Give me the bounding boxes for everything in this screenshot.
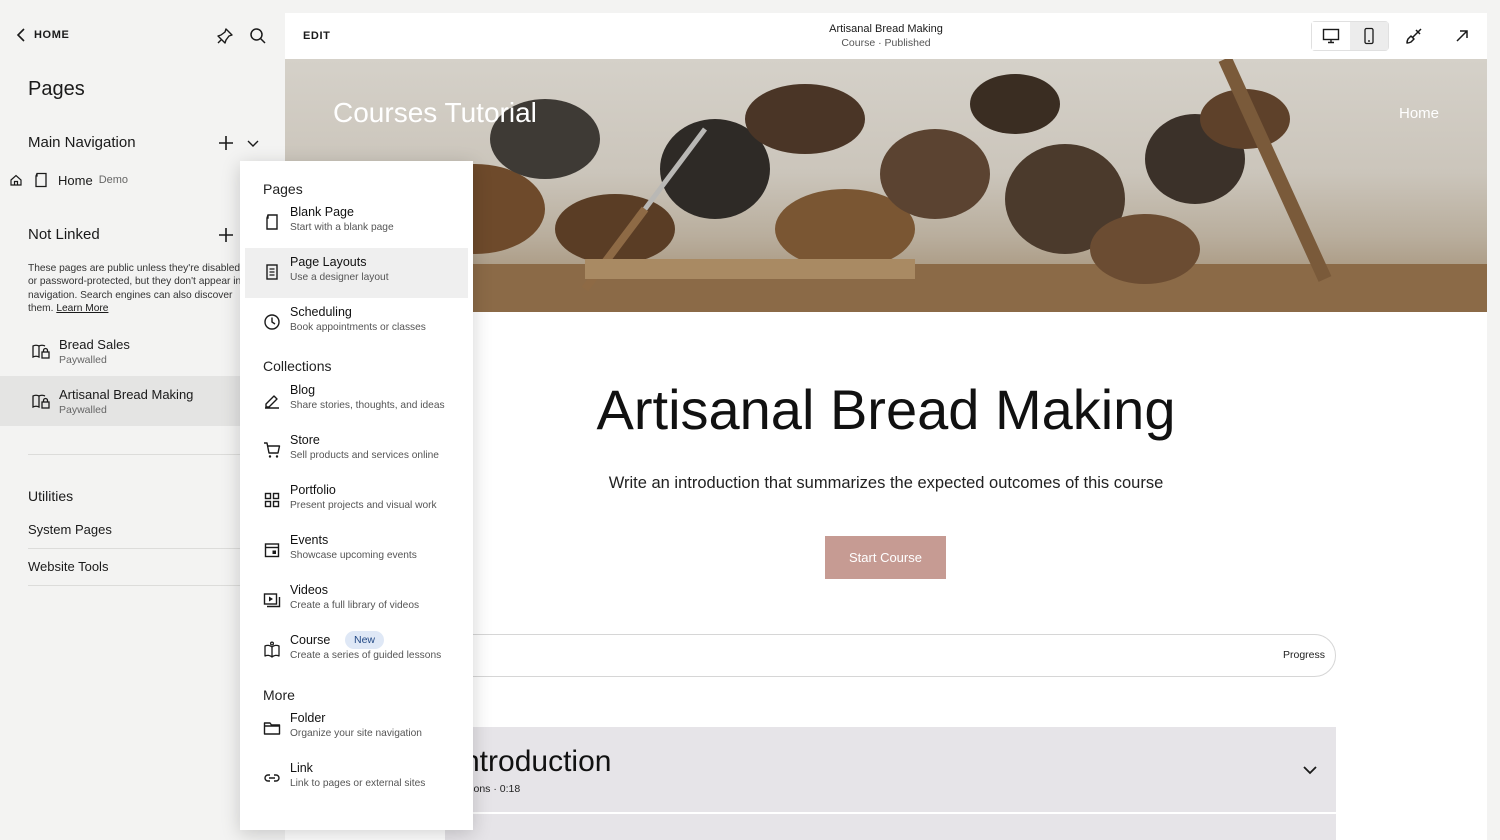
page-item-title: Artisanal Bread Making [59, 386, 194, 402]
page-icon [35, 172, 47, 188]
page-item-title: Bread Sales [59, 336, 130, 352]
menu-section-more: More [263, 687, 295, 703]
folder-icon [263, 722, 281, 735]
menu-item-page-layouts[interactable]: Page Layouts Use a designer layout [245, 248, 468, 298]
menu-item-link[interactable]: Link Link to pages or external sites [245, 754, 468, 804]
divider [28, 548, 258, 549]
menu-item-desc: Create a full library of videos [290, 600, 420, 611]
menu-item-desc: Sell products and services online [290, 450, 439, 461]
site-title[interactable]: Courses Tutorial [333, 97, 537, 129]
menu-item-title: Page Layouts [290, 255, 367, 269]
pin-icon[interactable] [216, 27, 234, 45]
main-navigation-heading: Main Navigation [28, 134, 136, 151]
not-linked-heading: Not Linked [28, 226, 100, 243]
cart-icon [264, 442, 281, 458]
menu-item-title: Course [290, 633, 331, 647]
new-badge: New [345, 631, 385, 649]
page-item-subtitle: Paywalled [59, 403, 107, 416]
website-tools-link[interactable]: Website Tools [28, 559, 108, 574]
calendar-icon [264, 543, 280, 558]
menu-item-blank-page[interactable]: Blank Page Start with a blank page [245, 198, 468, 248]
clock-icon [264, 314, 280, 330]
house-icon [10, 174, 22, 186]
course-icon [264, 641, 280, 658]
open-external-icon[interactable] [1453, 27, 1471, 45]
system-pages-link[interactable]: System Pages [28, 522, 112, 537]
desktop-icon [1322, 28, 1340, 44]
menu-section-pages: Pages [263, 181, 303, 197]
grid-icon [264, 492, 280, 508]
menu-item-title: Blank Page [290, 205, 354, 219]
progress-label: Progress [1282, 649, 1325, 661]
site-nav-home[interactable]: Home [1399, 105, 1439, 122]
divider [28, 454, 258, 455]
page-icon [266, 214, 278, 230]
add-icon[interactable] [218, 227, 234, 243]
menu-item-desc: Organize your site navigation [290, 728, 422, 739]
menu-item-title: Scheduling [290, 305, 352, 319]
menu-item-title: Folder [290, 711, 326, 725]
course-progress-bar: Progress [445, 634, 1336, 677]
menu-item-title: Events [290, 533, 329, 547]
menu-item-title: Link [290, 761, 313, 775]
menu-item-folder[interactable]: Folder Organize your site navigation [245, 704, 468, 754]
nav-item-home-badge: Demo [98, 174, 129, 186]
chevron-down-icon[interactable] [247, 136, 259, 150]
menu-item-title: Videos [290, 583, 328, 597]
course-paywall-icon [32, 344, 50, 359]
link-icon [264, 774, 280, 782]
utilities-heading: Utilities [28, 488, 74, 504]
course-paywall-icon [32, 394, 50, 409]
menu-item-desc: Use a designer layout [290, 272, 389, 283]
menu-item-course[interactable]: Course New Create a series of guided les… [245, 626, 468, 676]
pen-icon [265, 395, 279, 409]
brush-icon[interactable] [1405, 27, 1423, 45]
menu-item-desc: Share stories, thoughts, and ideas [290, 400, 445, 411]
search-icon[interactable] [249, 27, 267, 45]
mobile-icon [1364, 27, 1374, 45]
home-back-link[interactable]: HOME [16, 28, 69, 42]
home-back-label: HOME [34, 29, 70, 41]
device-view-toggle [1311, 21, 1389, 51]
lesson-section-accordion[interactable]: ntroduction ssons · 0:18 [445, 727, 1336, 812]
nav-item-home[interactable]: Home Demo [10, 170, 128, 190]
menu-section-collections: Collections [263, 358, 332, 374]
nav-item-home-label: Home [58, 172, 93, 188]
add-icon[interactable] [218, 135, 234, 151]
menu-item-portfolio[interactable]: Portfolio Present projects and visual wo… [245, 476, 468, 526]
menu-item-desc: Showcase upcoming events [290, 550, 417, 561]
menu-item-desc: Create a series of guided lessons [290, 650, 442, 661]
pages-title: Pages [28, 78, 85, 100]
desktop-view-button[interactable] [1312, 22, 1350, 50]
menu-item-desc: Book appointments or classes [290, 322, 426, 333]
start-course-button[interactable]: Start Course [825, 536, 946, 579]
mobile-view-button[interactable] [1350, 22, 1388, 50]
menu-item-videos[interactable]: Videos Create a full library of videos [245, 576, 468, 626]
menu-item-title: Store [290, 433, 320, 447]
add-page-menu: Pages Blank Page Start with a blank page… [240, 161, 473, 830]
menu-item-scheduling[interactable]: Scheduling Book appointments or classes [245, 298, 468, 348]
layout-icon [266, 264, 278, 280]
page-status: Course · Published [841, 37, 931, 49]
video-icon [263, 593, 281, 608]
not-linked-description: These pages are public unless they're di… [28, 262, 248, 316]
lesson-section-title: ntroduction [463, 745, 612, 778]
menu-item-desc: Present projects and visual work [290, 500, 437, 511]
menu-item-desc: Link to pages or external sites [290, 778, 426, 789]
chevron-left-icon [16, 28, 25, 42]
divider [28, 585, 258, 586]
learn-more-link[interactable]: Learn More [56, 303, 108, 314]
editor-topbar: EDIT Artisanal Bread Making Course · Pub… [285, 13, 1487, 59]
chevron-down-icon [1303, 766, 1317, 775]
menu-item-title: Blog [290, 383, 316, 397]
menu-item-store[interactable]: Store Sell products and services online [245, 426, 468, 476]
menu-item-events[interactable]: Events Showcase upcoming events [245, 526, 468, 576]
menu-item-desc: Start with a blank page [290, 222, 394, 233]
lesson-section-next [445, 814, 1336, 840]
menu-item-blog[interactable]: Blog Share stories, thoughts, and ideas [245, 376, 468, 426]
page-title: Artisanal Bread Making [829, 23, 943, 35]
menu-item-title: Portfolio [290, 483, 336, 497]
page-item-subtitle: Paywalled [59, 353, 107, 366]
